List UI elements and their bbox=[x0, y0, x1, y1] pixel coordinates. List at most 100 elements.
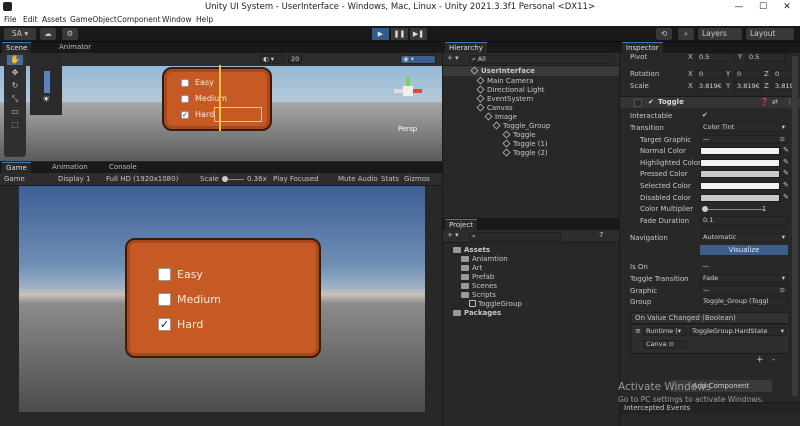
play-button[interactable]: ▶ bbox=[372, 28, 389, 40]
rotation-y-field[interactable]: 0 bbox=[734, 70, 762, 79]
hierarchy-item-toggle-2[interactable]: Toggle (2) bbox=[443, 148, 619, 158]
tab-project[interactable]: Project bbox=[445, 219, 477, 230]
scene-toggle-medium-box[interactable] bbox=[181, 95, 189, 103]
toggle-hard-box[interactable]: ✓ bbox=[158, 318, 171, 331]
toggle-transition-dropdown[interactable]: Fade ▾ bbox=[700, 274, 788, 283]
project-item-packages[interactable]: Packages bbox=[443, 308, 619, 318]
component-enabled-checkbox[interactable] bbox=[634, 99, 642, 107]
rotation-x-field[interactable]: 0 bbox=[696, 70, 724, 79]
interactable-checkbox[interactable]: ✔ bbox=[702, 111, 708, 119]
color-multiplier-value[interactable]: 1 bbox=[762, 205, 766, 213]
toggle-component-header[interactable]: ✔ Toggle ❓ ⇄ ⋮ bbox=[620, 96, 800, 108]
play-focused-dropdown[interactable]: Play Focused bbox=[273, 175, 319, 183]
minimize-button[interactable]: — bbox=[728, 0, 750, 14]
project-search-input[interactable]: ⌕ bbox=[469, 232, 561, 241]
game-viewport[interactable]: Easy Medium ✓ Hard bbox=[19, 186, 425, 412]
selected-color-swatch[interactable] bbox=[700, 182, 780, 190]
menu-file[interactable]: File bbox=[4, 15, 17, 24]
mute-audio-button[interactable]: Mute Audio bbox=[338, 175, 378, 183]
sun-icon[interactable]: ☀ bbox=[42, 95, 50, 105]
cloud-icon[interactable]: ☁ bbox=[40, 28, 56, 40]
rotate-tool-icon[interactable]: ↻ bbox=[7, 81, 23, 91]
tab-console[interactable]: Console bbox=[105, 162, 141, 173]
color-multiplier-slider[interactable] bbox=[704, 209, 764, 210]
gizmo-toggle[interactable]: ◉ ▾ bbox=[400, 55, 436, 64]
close-button[interactable]: ✕ bbox=[776, 0, 798, 14]
menu-window[interactable]: Window bbox=[162, 15, 192, 24]
orientation-gizmo[interactable] bbox=[394, 77, 422, 105]
runtime-dropdown[interactable]: Runtime (▾ bbox=[643, 327, 687, 336]
tab-game[interactable]: Game bbox=[2, 162, 31, 173]
search-icon[interactable]: ⌕ bbox=[678, 28, 694, 40]
scene-zoom[interactable]: 20 bbox=[288, 55, 302, 64]
transition-dropdown[interactable]: Color Tint ▾ bbox=[700, 123, 788, 132]
selection-rect[interactable] bbox=[214, 107, 262, 122]
pivot-x-field[interactable]: 0.5 bbox=[696, 53, 736, 62]
layout-dropdown[interactable]: Layout bbox=[746, 28, 794, 40]
pressed-color-swatch[interactable] bbox=[700, 170, 780, 178]
add-listener-button[interactable]: + bbox=[756, 355, 764, 365]
hierarchy-search-input[interactable]: ⌕ All bbox=[469, 55, 615, 64]
persp-label[interactable]: Persp bbox=[398, 125, 417, 133]
listener-object-field[interactable]: Canva ⊙ bbox=[643, 340, 687, 349]
menu-edit[interactable]: Edit bbox=[23, 15, 38, 24]
history-icon[interactable]: ⟲ bbox=[656, 28, 672, 40]
toggle-easy-box[interactable] bbox=[158, 268, 171, 281]
hand-tool-icon[interactable]: ✋ bbox=[7, 55, 23, 65]
disabled-color-swatch[interactable] bbox=[700, 194, 780, 202]
scale-y-field[interactable]: 3.819€ bbox=[734, 82, 762, 91]
game-mode-dropdown[interactable]: Game bbox=[4, 175, 25, 183]
display-dropdown[interactable]: Display 1 bbox=[58, 175, 90, 183]
highlighted-color-swatch[interactable] bbox=[700, 159, 780, 167]
normal-color-swatch[interactable] bbox=[700, 147, 780, 155]
help-icon[interactable]: ❓ bbox=[760, 98, 769, 106]
collab-icon[interactable]: ⚙ bbox=[62, 28, 78, 40]
toggle-medium-box[interactable] bbox=[158, 293, 171, 306]
eyedropper-icon[interactable]: ✎ bbox=[783, 169, 789, 177]
hierarchy-item-userinterface[interactable]: UserInterface bbox=[443, 66, 619, 76]
group-field[interactable]: Toggle_Group (Toggl bbox=[700, 297, 788, 306]
target-graphic-field[interactable]: — ⊙ bbox=[700, 135, 788, 144]
scene-toggle-hard-box[interactable]: ✓ bbox=[181, 111, 189, 119]
eyedropper-icon[interactable]: ✎ bbox=[783, 146, 789, 154]
is-on-checkbox[interactable]: — bbox=[702, 262, 709, 270]
menu-component[interactable]: Component bbox=[117, 15, 161, 24]
tab-hierarchy[interactable]: Hierarchy bbox=[445, 42, 487, 53]
scene-toggle-easy-box[interactable] bbox=[181, 79, 189, 87]
scale-x-field[interactable]: 3.819€ bbox=[696, 82, 724, 91]
fade-duration-field[interactable]: 0.1 bbox=[700, 216, 788, 225]
menu-assets[interactable]: Assets bbox=[42, 15, 66, 24]
scale-tool-icon[interactable]: ⤡ bbox=[7, 94, 23, 104]
move-tool-icon[interactable]: ✥ bbox=[7, 68, 23, 78]
scene-draw-mode[interactable]: ◐ ▾ bbox=[260, 55, 284, 64]
maximize-button[interactable]: ☐ bbox=[752, 0, 774, 14]
menu-gameobject[interactable]: GameObject bbox=[70, 15, 117, 24]
layers-dropdown[interactable]: Layers bbox=[698, 28, 742, 40]
scene-viewport[interactable]: ◐ ▾ 20 ◉ ▾ ✋ ✥ ↻ ⤡ ▭ ⬚ ☀ Easy Medium ✓ H… bbox=[0, 53, 442, 161]
color-multiplier-thumb[interactable] bbox=[702, 206, 708, 212]
menu-help[interactable]: Help bbox=[196, 15, 213, 24]
tab-animation[interactable]: Animation bbox=[48, 162, 92, 173]
step-button[interactable]: ▶❚ bbox=[410, 28, 427, 40]
project-add-button[interactable]: + ▾ bbox=[447, 231, 459, 239]
transform-tool-icon[interactable]: ⬚ bbox=[7, 120, 23, 130]
pause-button[interactable]: ❚❚ bbox=[391, 28, 408, 40]
stats-button[interactable]: Stats bbox=[381, 175, 399, 183]
eyedropper-icon[interactable]: ✎ bbox=[783, 193, 789, 201]
listener-drag-handle[interactable]: ≡ bbox=[635, 327, 641, 335]
pivot-y-field[interactable]: 0.5 bbox=[746, 53, 786, 62]
account-dropdown[interactable]: SA ▾ bbox=[4, 28, 36, 40]
hierarchy-add-button[interactable]: + ▾ bbox=[447, 54, 459, 62]
tab-scene[interactable]: Scene bbox=[2, 42, 32, 53]
remove-listener-button[interactable]: - bbox=[772, 355, 775, 365]
visualize-button[interactable]: Visualize bbox=[700, 245, 788, 255]
eyedropper-icon[interactable]: ✎ bbox=[783, 181, 789, 189]
rect-tool-icon[interactable]: ▭ bbox=[7, 107, 23, 117]
inspector-scrollbar[interactable] bbox=[792, 56, 798, 396]
scene-canvas-card[interactable]: Easy Medium ✓ Hard bbox=[162, 65, 272, 131]
graphic-field[interactable]: — ⊙ bbox=[700, 286, 788, 295]
preset-icon[interactable]: ⇄ bbox=[772, 98, 778, 106]
gizmos-button[interactable]: Gizmos bbox=[404, 175, 430, 183]
navigation-dropdown[interactable]: Automatic ▾ bbox=[700, 233, 788, 242]
function-dropdown[interactable]: ToggleGroup.HardState ▾ bbox=[689, 327, 787, 336]
